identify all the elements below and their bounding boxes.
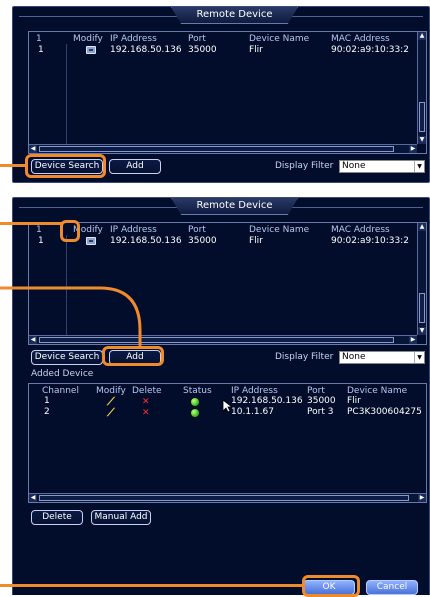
col-header-device-name[interactable]: Device Name (249, 34, 309, 44)
highlight-ok-button (302, 575, 360, 597)
delete-x-icon[interactable]: ✕ (142, 408, 150, 418)
callout-line-device-search (0, 164, 26, 167)
row-port: 35000 (307, 396, 336, 406)
status-online-icon (191, 398, 199, 406)
chevron-down-icon[interactable]: ▼ (414, 161, 424, 172)
h-scroll-thumb[interactable] (39, 146, 394, 152)
scroll-right-icon[interactable]: ▶ (409, 336, 417, 344)
col-header-num[interactable]: 1 (36, 225, 42, 235)
scroll-down-icon[interactable]: ▼ (418, 327, 426, 335)
scroll-thumb[interactable] (419, 102, 425, 132)
table-row[interactable]: 1 192.168.50.136 35000 Flir 90:02:a9:10:… (29, 236, 418, 247)
added-device-label: Added Device (31, 369, 94, 379)
scroll-up-icon[interactable]: ▲ (418, 32, 426, 40)
horizontal-scrollbar[interactable]: ◀ ▶ (29, 493, 426, 502)
table-row[interactable]: 1 192.168.50.136 35000 Flir 90:02:a9:10:… (29, 45, 418, 56)
delete-button[interactable]: Delete (31, 510, 83, 525)
status-online-icon (191, 409, 199, 417)
col-header-port[interactable]: Port (188, 225, 206, 235)
row-mac: 90:02:a9:10:33:2 (331, 45, 409, 55)
panel-title: Remote Device (171, 7, 298, 24)
pencil-icon[interactable]: ⟋ (107, 407, 117, 418)
scroll-left-icon[interactable]: ◀ (29, 145, 37, 153)
row-ip: 192.168.50.136 (110, 236, 182, 246)
row-port: 35000 (188, 236, 217, 246)
row-device-name: PC3K300604275 (347, 407, 422, 417)
col-header-mac[interactable]: MAC Address (331, 225, 390, 235)
row-ip: 10.1.1.67 (231, 407, 274, 417)
chevron-down-icon[interactable]: ▼ (414, 352, 424, 363)
callout-curve-add (0, 286, 142, 347)
row-channel: 2 (44, 407, 50, 417)
cancel-button[interactable]: Cancel (366, 580, 418, 595)
display-filter-value: None (342, 161, 366, 171)
scroll-thumb[interactable] (419, 293, 425, 323)
row-num: 1 (38, 45, 44, 55)
callout-line-checkbox (0, 222, 62, 225)
scroll-left-icon[interactable]: ◀ (29, 494, 37, 502)
row-ip: 192.168.50.136 (231, 396, 303, 406)
display-filter-value: None (342, 352, 366, 362)
delete-x-icon[interactable]: ✕ (142, 397, 150, 407)
callout-line-ok (0, 584, 303, 587)
search-results-table: 1 Modify IP Address Port Device Name MAC… (28, 31, 427, 154)
highlight-device-search (25, 154, 106, 178)
col-header-device-name[interactable]: Device Name (249, 225, 309, 235)
row-port: 35000 (188, 45, 217, 55)
display-filter-select[interactable]: None ▼ (339, 160, 425, 173)
remote-device-panel-bottom: Remote Device 1 Modify IP Address Port D… (12, 197, 430, 595)
row-ip: 192.168.50.136 (110, 45, 182, 55)
row-device-name: Flir (249, 236, 263, 246)
display-filter-label: Display Filter (275, 161, 334, 171)
display-filter-label: Display Filter (275, 352, 334, 362)
col-header-modify[interactable]: Modify (73, 34, 103, 44)
col-header-status[interactable]: Status (183, 386, 212, 396)
modify-icon[interactable] (86, 237, 96, 245)
col-header-delete[interactable]: Delete (132, 386, 162, 396)
scroll-right-icon[interactable]: ▶ (418, 494, 426, 502)
h-scroll-thumb[interactable] (39, 495, 409, 501)
row-port: Port 3 (307, 407, 334, 417)
added-device-table: Channel Modify Delete Status IP Address … (28, 383, 427, 503)
col-header-port[interactable]: Port (307, 386, 325, 396)
vertical-scrollbar[interactable]: ▲ ▼ (417, 32, 426, 144)
col-header-ip[interactable]: IP Address (231, 386, 278, 396)
col-header-num[interactable]: 1 (36, 34, 42, 44)
modify-icon[interactable] (86, 46, 96, 54)
col-header-mac[interactable]: MAC Address (331, 34, 390, 44)
col-header-ip[interactable]: IP Address (110, 34, 157, 44)
row-device-name: Flir (249, 45, 263, 55)
scroll-right-icon[interactable]: ▶ (409, 145, 417, 153)
highlight-checkbox (60, 220, 80, 242)
display-filter-select[interactable]: None ▼ (339, 351, 425, 364)
mouse-cursor-icon (222, 399, 234, 413)
col-header-channel[interactable]: Channel (42, 386, 79, 396)
col-header-port[interactable]: Port (188, 34, 206, 44)
row-mac: 90:02:a9:10:33:2 (331, 236, 409, 246)
row-device-name: Flir (347, 396, 361, 406)
scroll-up-icon[interactable]: ▲ (418, 223, 426, 231)
row-channel: 1 (44, 396, 50, 406)
scroll-down-icon[interactable]: ▼ (418, 136, 426, 144)
horizontal-scrollbar[interactable]: ◀ ▶ (29, 144, 417, 153)
manual-add-button[interactable]: Manual Add (91, 510, 151, 525)
add-button[interactable]: Add (109, 159, 161, 174)
col-header-device-name[interactable]: Device Name (347, 386, 407, 396)
col-header-ip[interactable]: IP Address (110, 225, 157, 235)
row-num: 1 (38, 236, 44, 246)
vertical-scrollbar[interactable]: ▲ ▼ (417, 223, 426, 335)
panel-title: Remote Device (171, 198, 298, 215)
